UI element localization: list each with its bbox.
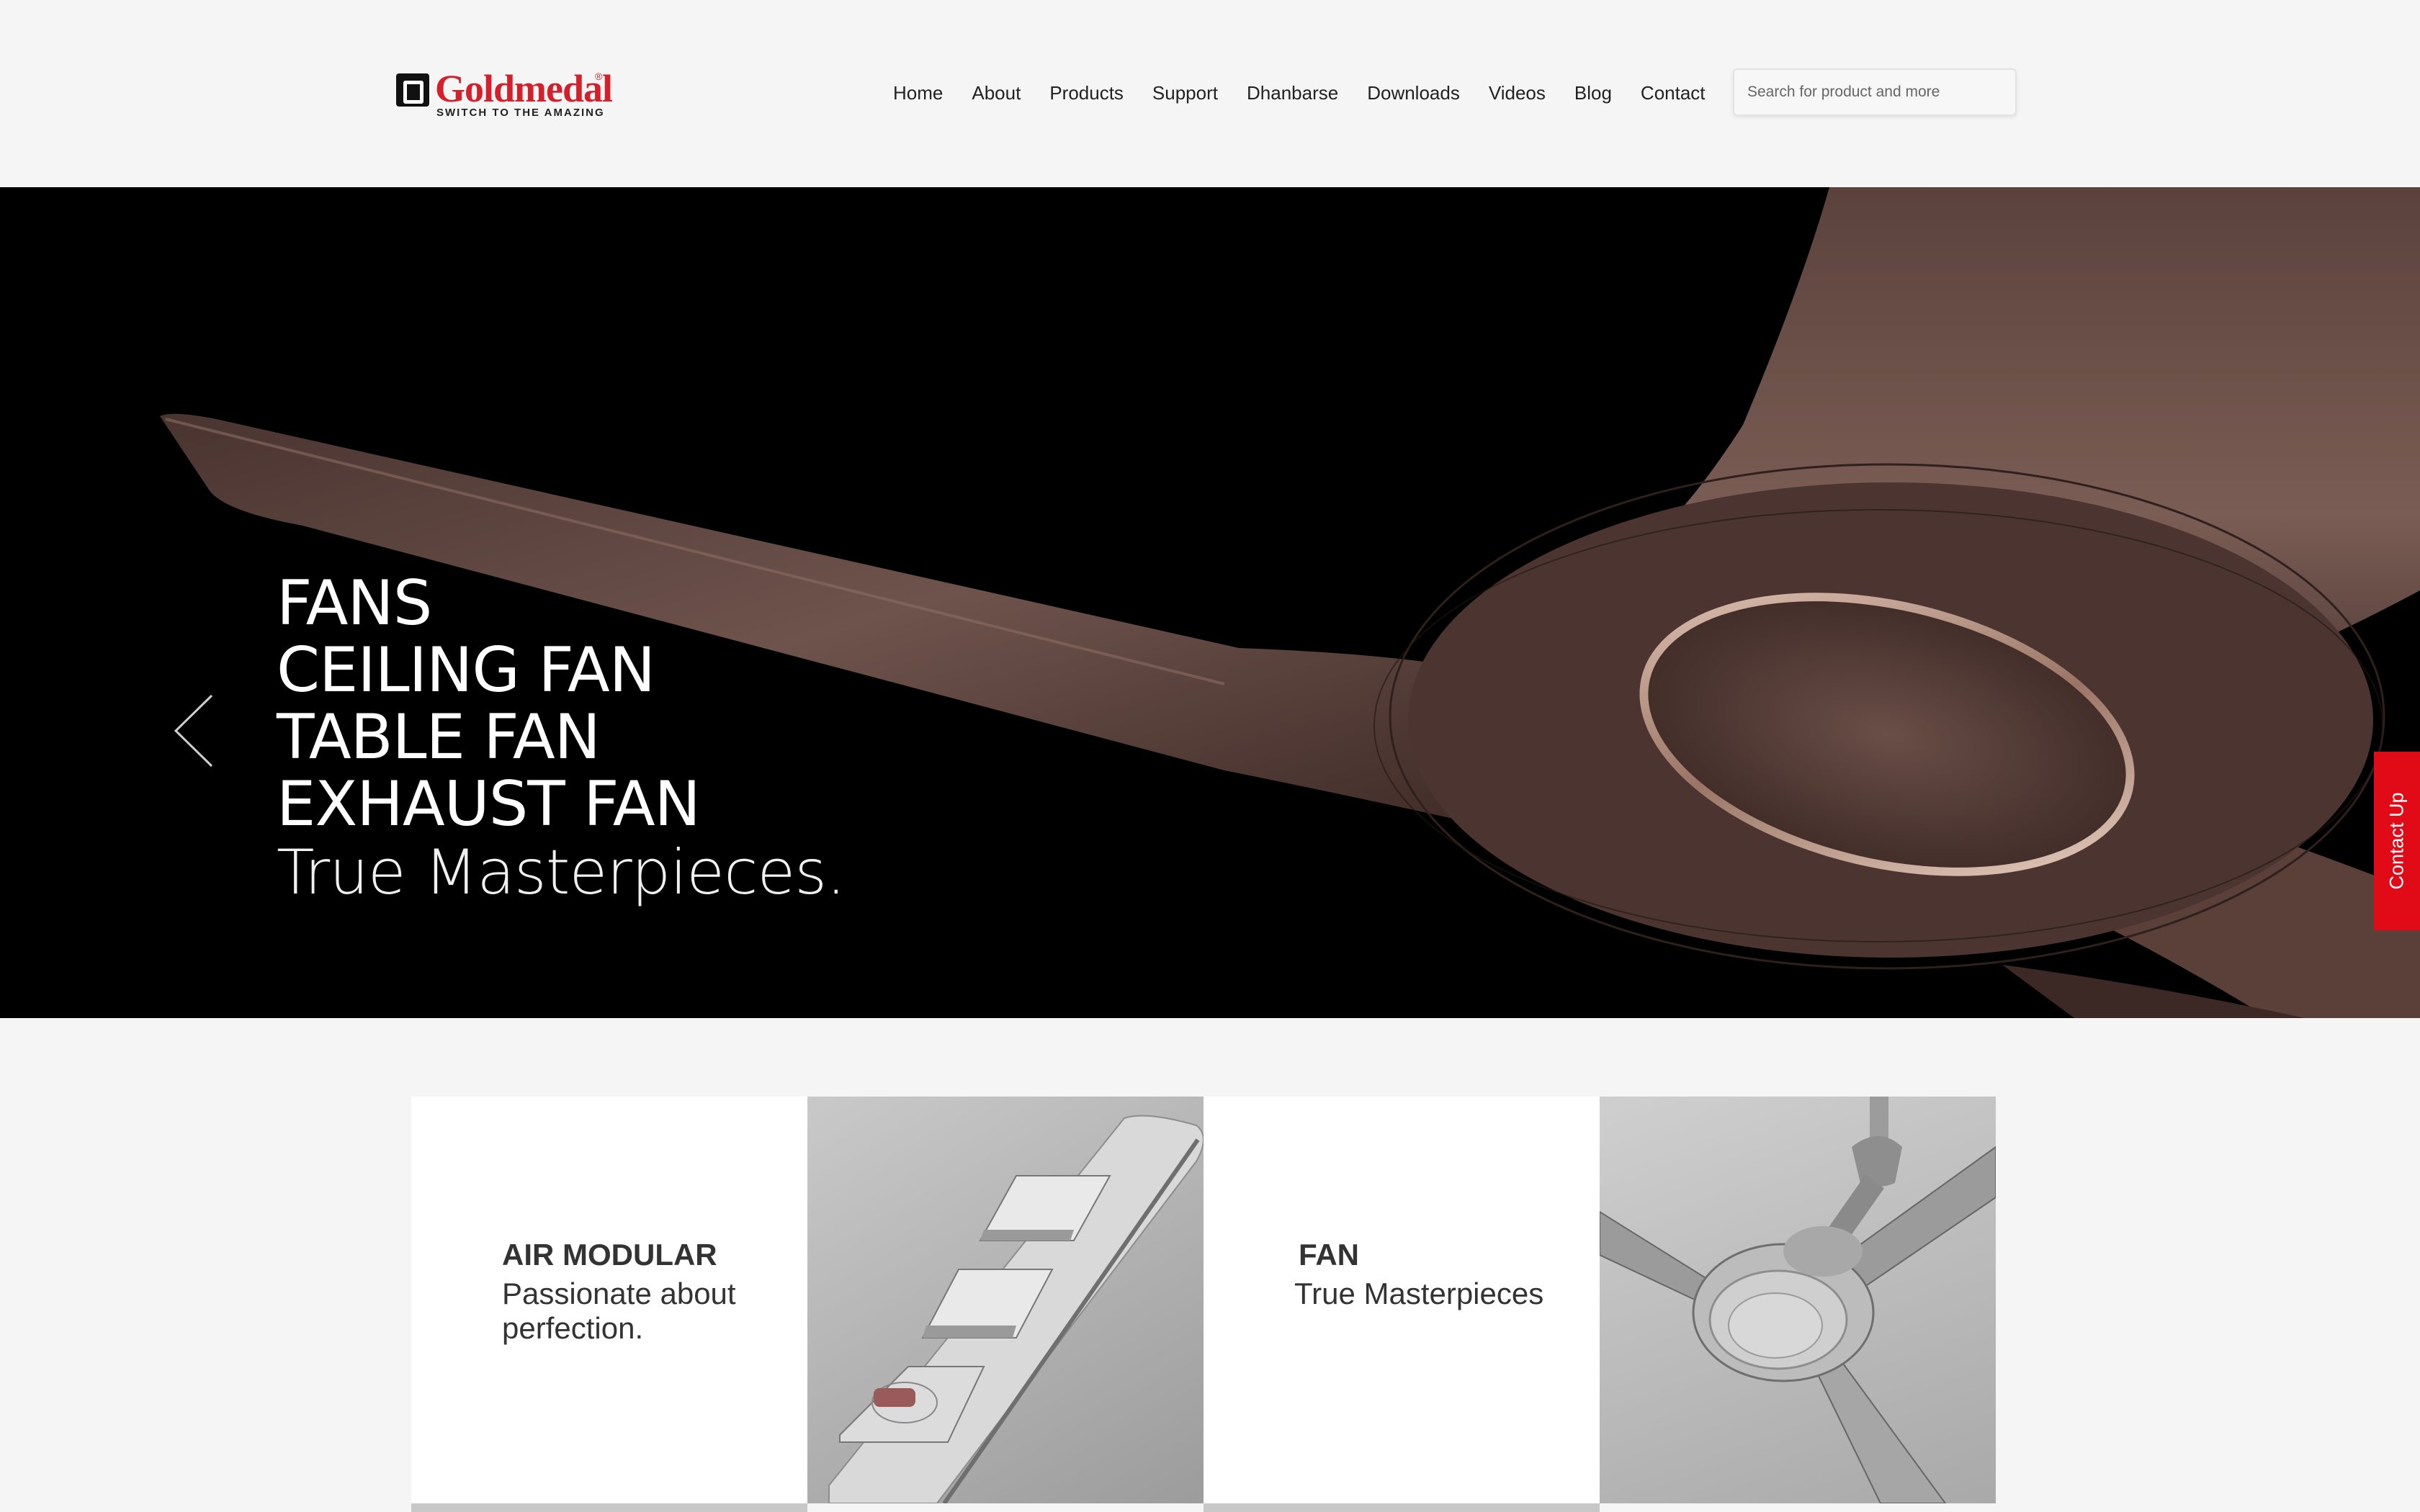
contact-up-label: Contact Up — [2385, 792, 2408, 890]
hero-subtitle: True Masterpieces. — [277, 837, 846, 909]
nav-downloads[interactable]: Downloads — [1367, 82, 1460, 104]
tile-image-silver-fan[interactable] — [1600, 1097, 1996, 1503]
nav-home[interactable]: Home — [893, 82, 943, 104]
hero-slider: FANS CEILING FAN TABLE FAN EXHAUST FAN T… — [0, 187, 2420, 1018]
logo-wordmark: Goldmedal — [435, 67, 613, 110]
main-nav: Home About Products Support Dhanbarse Do… — [893, 68, 1706, 118]
silver-fan-image — [1600, 1097, 1996, 1503]
logo-mark-icon — [396, 73, 429, 107]
chevron-left-icon — [174, 694, 213, 768]
nav-dhanbarse[interactable]: Dhanbarse — [1247, 82, 1338, 104]
search-input[interactable] — [1734, 70, 2015, 114]
contact-up-tab[interactable]: Contact Up — [2374, 752, 2420, 930]
logo-tagline: SWITCH TO THE AMAZING — [436, 107, 605, 119]
hero-caption: FANS CEILING FAN TABLE FAN EXHAUST FAN T… — [277, 567, 846, 909]
nav-about[interactable]: About — [972, 82, 1021, 104]
category-tile-air-modular[interactable]: AIR MODULAR Passionate about perfection. — [411, 1097, 807, 1503]
tile-title-fan: FAN — [1299, 1238, 1359, 1272]
hero-line-fans: FANS — [277, 567, 432, 639]
tile-subtitle-air-modular: Passionate about perfection. — [502, 1277, 736, 1345]
tile-bottom-strip — [1204, 1503, 1600, 1512]
nav-support[interactable]: Support — [1152, 82, 1218, 104]
logo-registered-mark: ® — [595, 71, 603, 82]
nav-contact[interactable]: Contact — [1641, 82, 1706, 104]
tile-title-air-modular: AIR MODULAR — [502, 1238, 717, 1272]
category-tile-fan[interactable]: FAN True Masterpieces — [1204, 1097, 1600, 1503]
search-box — [1733, 68, 2017, 116]
nav-videos[interactable]: Videos — [1489, 82, 1546, 104]
nav-products[interactable]: Products — [1049, 82, 1124, 104]
hero-line-table-fan: TABLE FAN — [277, 701, 601, 773]
tile-bottom-strip — [411, 1503, 807, 1512]
modular-switch-image — [828, 1115, 1204, 1503]
site-header: Goldmedal ® SWITCH TO THE AMAZING Home A… — [0, 0, 2420, 187]
nav-blog[interactable]: Blog — [1574, 82, 1612, 104]
goldmedal-logo[interactable]: Goldmedal ® SWITCH TO THE AMAZING — [396, 67, 613, 121]
tile-image-modular-switch[interactable] — [807, 1097, 1204, 1503]
slider-prev-button[interactable] — [171, 691, 218, 770]
hero-line-ceiling-fan: CEILING FAN — [277, 634, 655, 706]
hero-line-exhaust-fan: EXHAUST FAN — [277, 768, 701, 840]
tile-subtitle-fan: True Masterpieces — [1294, 1277, 1544, 1310]
